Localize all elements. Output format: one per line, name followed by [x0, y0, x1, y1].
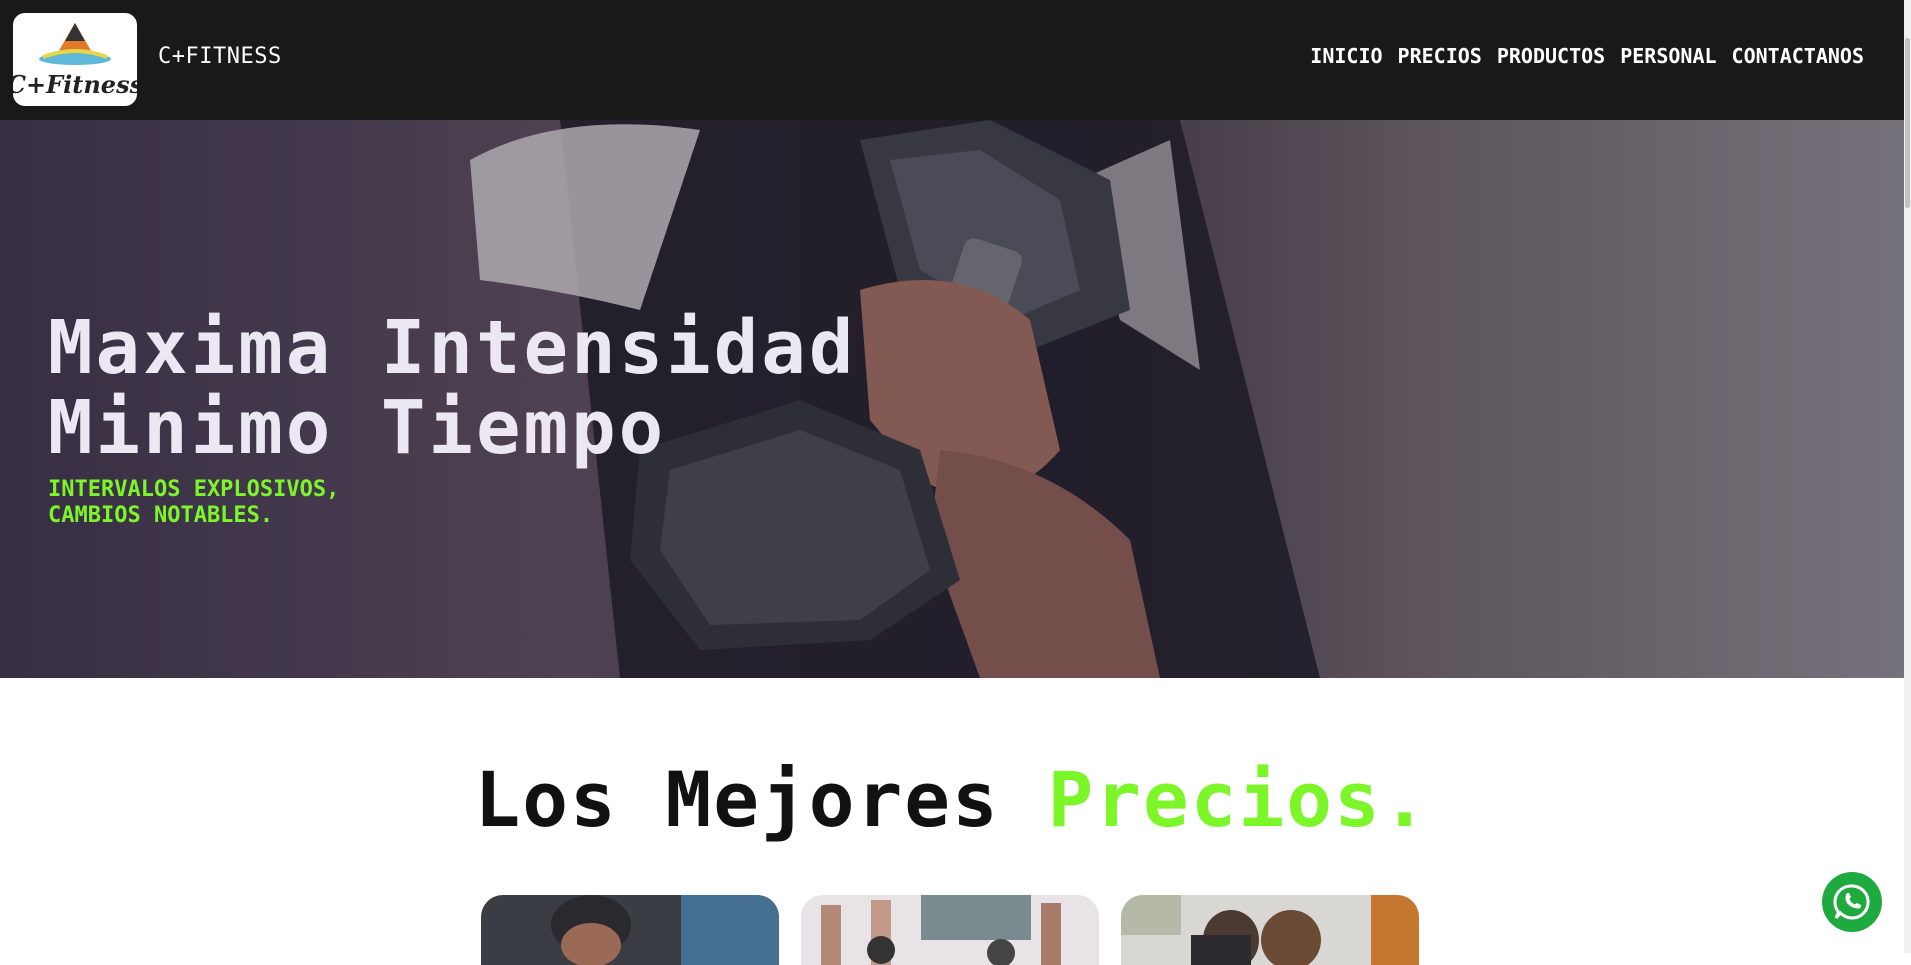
- whatsapp-button[interactable]: [1822, 872, 1882, 932]
- svg-text:C+Fitness: C+Fitness: [13, 70, 137, 99]
- nav-contactanos[interactable]: CONTACTANOS: [1732, 44, 1864, 68]
- nav-precios[interactable]: PRECIOS: [1398, 44, 1482, 68]
- price-card-2-image: [801, 895, 1099, 965]
- cfitness-logo-icon: C+Fitness: [13, 23, 137, 99]
- price-card-1-image: [481, 895, 779, 965]
- brand-name: C+FITNESS: [158, 44, 282, 69]
- scrollbar-thumb[interactable]: [1905, 38, 1910, 208]
- page-scrollbar[interactable]: [1904, 0, 1911, 953]
- price-card-3-image: [1121, 895, 1419, 965]
- whatsapp-icon: [1833, 884, 1870, 920]
- price-card-2[interactable]: [801, 895, 1099, 965]
- hero-title-line1: Maxima Intensidad: [48, 305, 857, 391]
- main-nav: INICIO PRECIOS PRODUCTOS PERSONAL CONTAC…: [1310, 44, 1864, 68]
- price-card-1[interactable]: [481, 895, 779, 965]
- hero-subtitle-line2: CAMBIOS NOTABLES.: [48, 503, 274, 528]
- hero-subtitle-line1: INTERVALOS EXPLOSIVOS,: [48, 477, 340, 502]
- nav-productos[interactable]: PRODUCTOS: [1497, 44, 1605, 68]
- nav-personal[interactable]: PERSONAL: [1620, 44, 1716, 68]
- prices-title: Los Mejores Precios.: [0, 755, 1904, 844]
- site-header: C+Fitness C+FITNESS INICIO PRECIOS PRODU…: [0, 0, 1904, 120]
- hero-title: Maxima Intensidad Minimo Tiempo: [48, 308, 856, 468]
- hero-section: Maxima Intensidad Minimo Tiempo INTERVAL…: [0, 120, 1904, 678]
- prices-title-accent: Precios.: [1047, 755, 1430, 844]
- hero-title-line2: Minimo Tiempo: [48, 385, 667, 471]
- hero-subtitle: INTERVALOS EXPLOSIVOS, CAMBIOS NOTABLES.: [48, 477, 339, 529]
- site-logo[interactable]: C+Fitness: [13, 13, 137, 106]
- nav-inicio[interactable]: INICIO: [1310, 44, 1382, 68]
- prices-title-main: Los Mejores: [474, 755, 1048, 844]
- price-card-3[interactable]: [1121, 895, 1419, 965]
